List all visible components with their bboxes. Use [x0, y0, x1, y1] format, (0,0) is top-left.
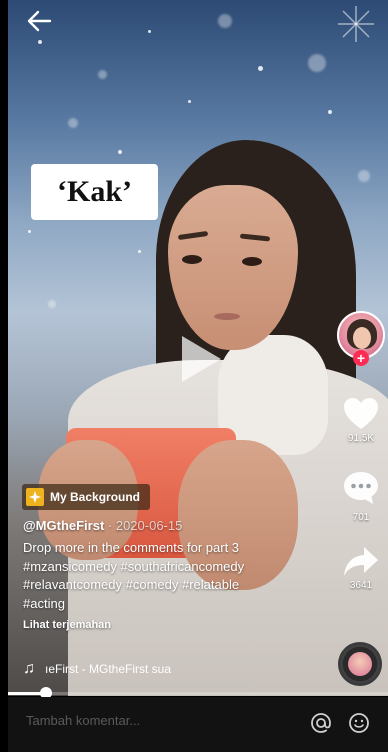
post-description: Drop more in the comments for part 3 #mz…	[23, 539, 323, 613]
caption-text: ‘Kak’	[57, 175, 132, 208]
post-date: · 2020-06-15	[104, 518, 183, 533]
snowflake	[258, 66, 263, 71]
back-arrow-icon[interactable]	[26, 10, 52, 32]
at-icon[interactable]	[310, 712, 332, 734]
share-count: 3641	[349, 580, 373, 591]
caption-sticker: ‘Kak’	[31, 164, 158, 220]
music-title: ıeFirst - MGtheFirst sua	[45, 662, 172, 676]
eye	[242, 257, 262, 266]
eyebrow	[177, 230, 209, 241]
play-icon[interactable]	[178, 333, 224, 385]
avatar-face	[353, 327, 371, 349]
snowflake	[48, 300, 56, 308]
video-progress-track[interactable]	[8, 692, 388, 695]
snowflake-icon	[338, 6, 374, 42]
music-disc[interactable]	[338, 642, 382, 686]
username-link[interactable]: @MGtheFirst	[23, 518, 104, 533]
music-disc-cover	[348, 652, 372, 676]
snowflake	[138, 250, 141, 253]
comment-icon[interactable]	[342, 470, 380, 506]
description-line: Drop more in the comments for part 3	[23, 540, 240, 555]
follow-button[interactable]: +	[353, 350, 369, 366]
music-row[interactable]: ♫ ıeFirst - MGtheFirst sua	[23, 660, 171, 678]
hashtag-line[interactable]: #acting	[23, 595, 323, 614]
snowflake	[218, 14, 232, 28]
snowflake	[28, 230, 31, 233]
snowflake	[148, 30, 151, 33]
background-effect-badge[interactable]: My Background	[22, 484, 151, 510]
like-count: 91.5K	[347, 433, 375, 444]
user-line: @MGtheFirst · 2020-06-15	[23, 518, 323, 533]
emoji-icon[interactable]	[348, 712, 370, 734]
mouth	[214, 313, 240, 320]
post-info: @MGtheFirst · 2020-06-15 Drop more in th…	[23, 518, 323, 631]
snowflake	[98, 70, 107, 79]
heart-icon[interactable]	[342, 396, 380, 432]
snowflake	[68, 118, 78, 128]
sparkle-icon	[29, 491, 41, 503]
music-note-icon: ♫	[23, 660, 35, 677]
hashtag-line[interactable]: #relavantcomedy #comedy #relatable	[23, 576, 323, 595]
snowflake	[358, 170, 370, 182]
comment-input[interactable]	[26, 713, 276, 728]
snowflake	[308, 54, 326, 72]
see-translation-link[interactable]: Lihat terjemahan	[23, 619, 323, 631]
snowflake	[328, 110, 332, 114]
comment-count: 701	[352, 512, 370, 523]
eye	[182, 255, 202, 264]
snowflake	[38, 40, 42, 44]
effect-icon	[26, 488, 44, 506]
hashtag-line[interactable]: #mzansicomedy #southafricancomedy	[23, 558, 323, 577]
snowflake	[188, 100, 191, 103]
share-icon[interactable]	[342, 544, 380, 580]
comment-bar	[8, 697, 388, 752]
snowflake	[118, 150, 122, 154]
tiktok-video-screen: ‘Kak’ + 91.5K 701 3641 My Background @MG…	[0, 0, 388, 752]
eyebrow	[239, 233, 271, 242]
effect-label: My Background	[50, 490, 141, 504]
